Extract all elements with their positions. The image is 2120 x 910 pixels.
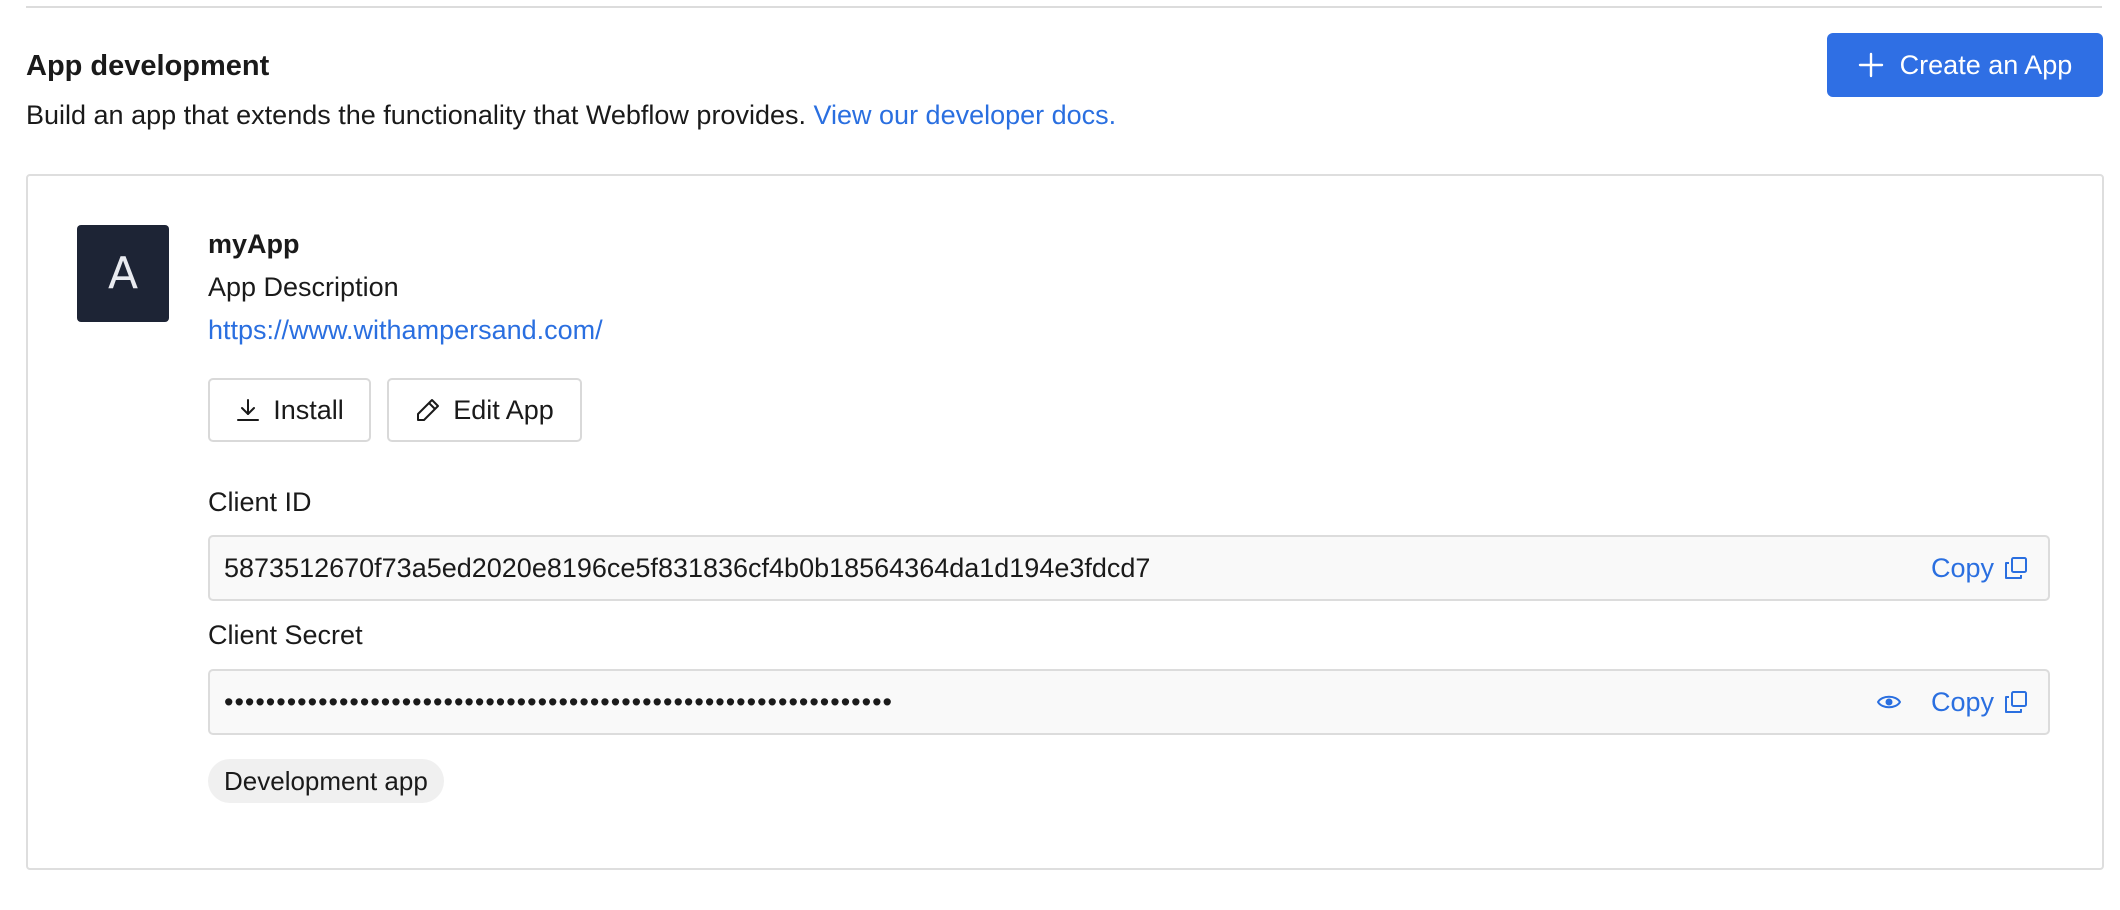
development-app-badge: Development app bbox=[208, 759, 444, 803]
client-id-value[interactable]: 5873512670f73a5ed2020e8196ce5f831836cf4b… bbox=[224, 537, 1150, 599]
client-id-field: 5873512670f73a5ed2020e8196ce5f831836cf4b… bbox=[208, 535, 2050, 601]
client-secret-field: ••••••••••••••••••••••••••••••••••••••••… bbox=[208, 669, 2050, 735]
section-title: App development bbox=[26, 50, 270, 82]
edit-app-button[interactable]: Edit App bbox=[387, 378, 582, 442]
copy-client-id-button[interactable]: Copy bbox=[1931, 537, 2028, 599]
copy-label: Copy bbox=[1930, 686, 1994, 717]
copy-client-secret-button[interactable]: Copy bbox=[1931, 671, 2028, 733]
app-description: App Description bbox=[208, 272, 399, 302]
eye-icon[interactable] bbox=[1876, 671, 1902, 733]
client-secret-value[interactable]: ••••••••••••••••••••••••••••••••••••••••… bbox=[224, 671, 893, 733]
app-name: myApp bbox=[208, 229, 300, 259]
top-divider bbox=[26, 6, 2102, 8]
copy-icon bbox=[2004, 690, 2028, 714]
copy-icon bbox=[2004, 556, 2028, 580]
pencil-icon bbox=[415, 397, 441, 423]
section-description-text: Build an app that extends the functional… bbox=[26, 100, 806, 130]
app-avatar: A bbox=[77, 225, 169, 322]
edit-app-label: Edit App bbox=[453, 394, 554, 425]
copy-label: Copy bbox=[1930, 552, 1994, 583]
developer-docs-link[interactable]: View our developer docs. bbox=[814, 100, 1117, 130]
app-url-link[interactable]: https://www.withampersand.com/ bbox=[208, 312, 603, 348]
install-label: Install bbox=[273, 394, 344, 425]
create-app-label: Create an App bbox=[1899, 49, 2073, 80]
install-button[interactable]: Install bbox=[208, 378, 371, 442]
download-icon bbox=[235, 397, 261, 423]
avatar-letter: A bbox=[107, 248, 139, 299]
plus-icon bbox=[1858, 52, 1884, 78]
client-secret-label: Client Secret bbox=[208, 620, 363, 650]
client-id-label: Client ID bbox=[208, 487, 312, 517]
create-app-button[interactable]: Create an App bbox=[1827, 33, 2103, 97]
section-description: Build an app that extends the functional… bbox=[26, 96, 1116, 134]
